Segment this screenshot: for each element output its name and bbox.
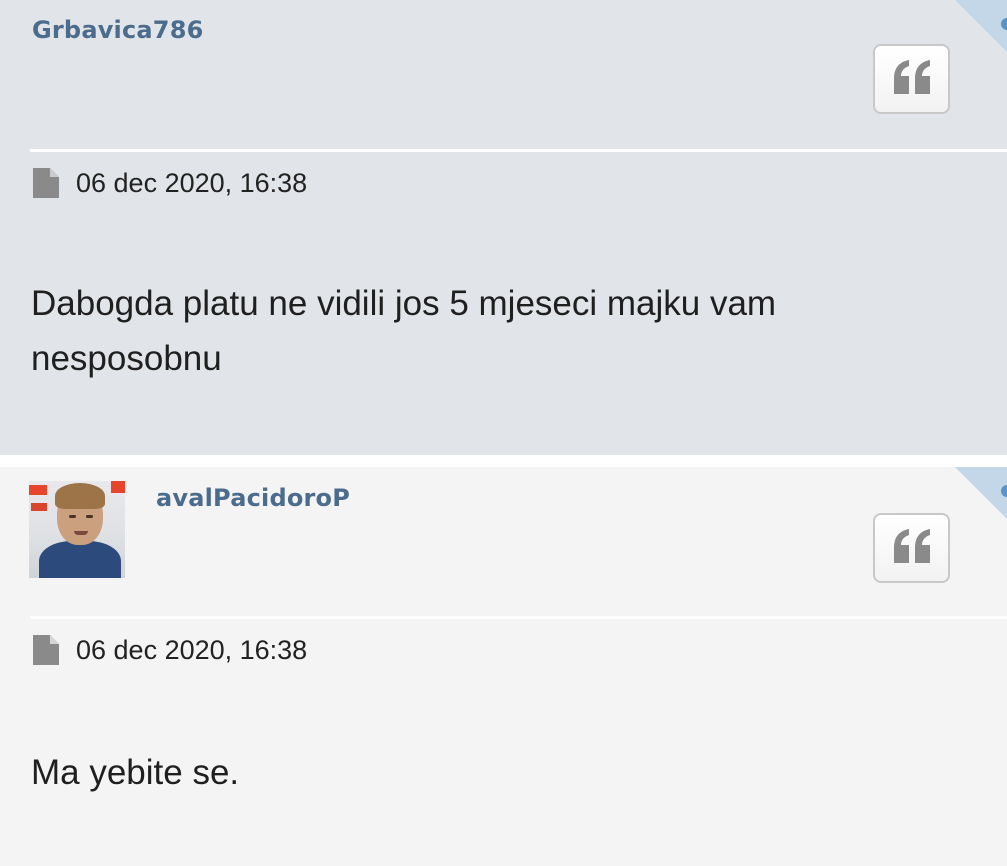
quote-icon <box>892 59 932 99</box>
document-icon <box>33 635 59 665</box>
quote-button[interactable] <box>873 44 950 114</box>
post-divider <box>30 149 1007 152</box>
post-link-icon[interactable] <box>1001 485 1007 497</box>
post-timestamp: 06 dec 2020, 16:38 <box>76 635 308 665</box>
post-username[interactable]: Grbavica786 <box>32 16 204 44</box>
post-link-icon[interactable] <box>1001 18 1007 30</box>
post-username[interactable]: avalPacidoroP <box>156 484 350 512</box>
post: Grbavica786 06 dec 2020, 16:38 Dabogda p… <box>0 0 1007 455</box>
post: avalPacidoroP 06 dec 2020, 16:38 Ma yebi… <box>0 467 1007 866</box>
post-message: Dabogda platu ne vidili jos 5 mjeseci ma… <box>31 284 777 378</box>
quote-icon <box>892 528 932 568</box>
avatar[interactable] <box>29 481 125 578</box>
post-corner-marker <box>955 0 1007 52</box>
post-corner-marker <box>955 467 1007 519</box>
quote-button[interactable] <box>873 513 950 583</box>
post-message: Ma yebite se. <box>31 753 240 792</box>
post-timestamp: 06 dec 2020, 16:38 <box>76 168 308 198</box>
post-separator <box>0 455 1007 467</box>
post-divider <box>30 616 1007 619</box>
document-icon <box>33 168 59 198</box>
